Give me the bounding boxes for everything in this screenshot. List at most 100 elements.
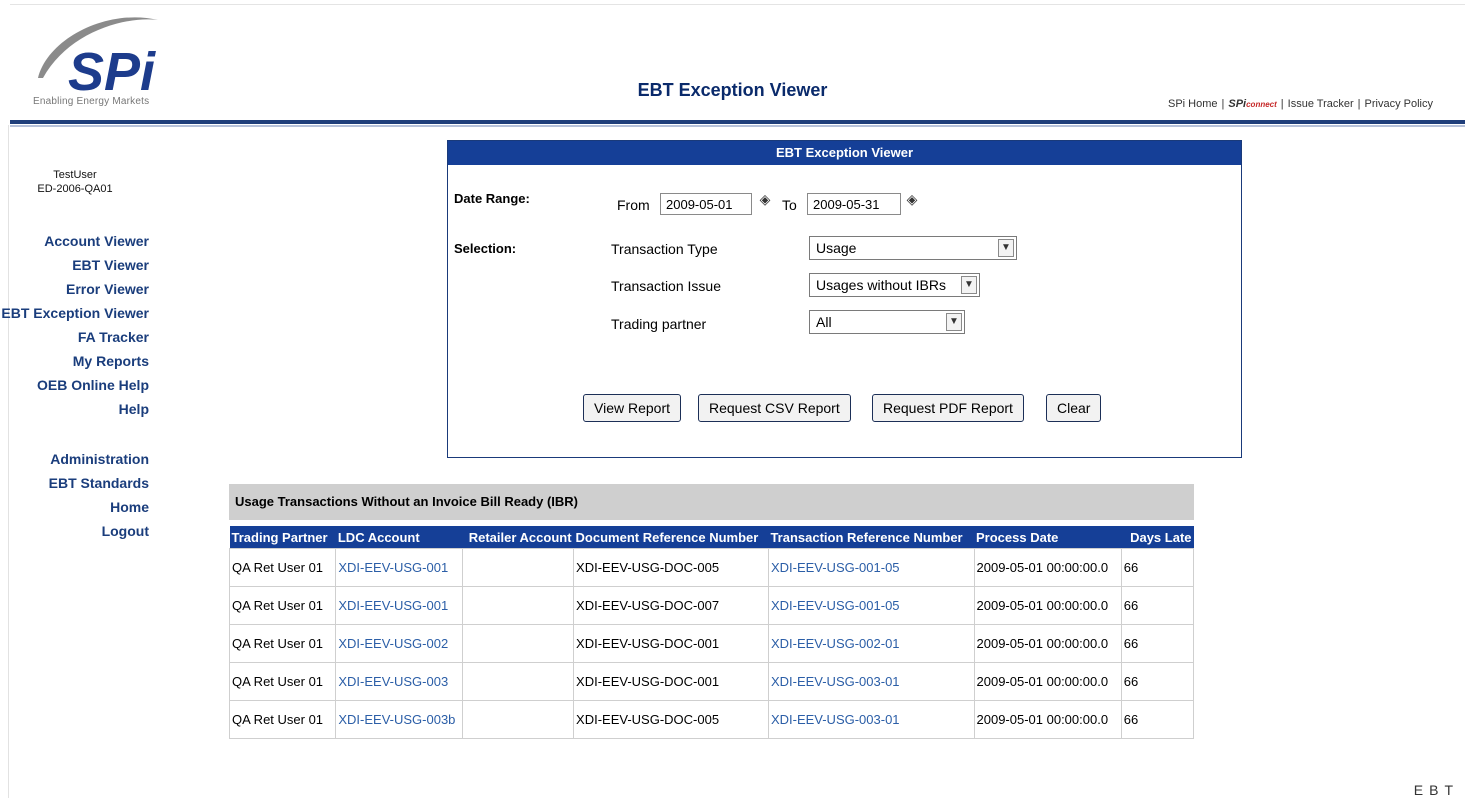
col-days-late: Days Late: [1121, 526, 1194, 549]
link-separator: |: [1280, 98, 1284, 110]
transaction-reference-link[interactable]: XDI-EEV-USG-002-01: [771, 636, 900, 651]
cell-process-date: 2009-05-01 00:00:00.0: [973, 586, 1122, 625]
ldc-account-link[interactable]: XDI-EEV-USG-003: [338, 674, 448, 689]
cell-retailer-account: [462, 700, 575, 739]
cell-days-late: 66: [1120, 700, 1195, 739]
date-range-label: Date Range:: [454, 191, 530, 206]
link-separator: |: [1357, 98, 1361, 110]
cell-trading-partner: QA Ret User 01: [228, 586, 337, 625]
cell-trading-partner: QA Ret User 01: [228, 700, 337, 739]
spi-home-link[interactable]: SPi Home: [1168, 98, 1218, 110]
cell-transaction-reference: XDI-EEV-USG-001-05: [767, 586, 975, 625]
cell-document-reference: XDI-EEV-USG-DOC-001: [573, 624, 769, 663]
connect-logo-sub: connect: [1246, 100, 1277, 109]
col-retailer-account: Retailer Account: [462, 526, 574, 549]
ldc-account-link[interactable]: XDI-EEV-USG-002: [338, 636, 448, 651]
nav-administration[interactable]: Administration: [1, 447, 149, 471]
calendar-icon[interactable]: ◈: [904, 191, 920, 207]
nav-account-viewer[interactable]: Account Viewer: [1, 229, 149, 253]
cell-trading-partner: QA Ret User 01: [228, 548, 337, 587]
nav-home[interactable]: Home: [1, 495, 149, 519]
table-row: QA Ret User 01 XDI-EEV-USG-003b XDI-EEV-…: [228, 700, 1195, 739]
spi-connect-link[interactable]: SPiconnect: [1228, 98, 1276, 110]
chevron-down-icon[interactable]: ▼: [946, 313, 962, 331]
privacy-policy-link[interactable]: Privacy Policy: [1365, 98, 1433, 110]
trading-partner-value: All: [816, 314, 832, 330]
top-divider: [10, 4, 1465, 5]
nav-my-reports[interactable]: My Reports: [1, 349, 149, 373]
nav-ebt-standards[interactable]: EBT Standards: [1, 471, 149, 495]
trading-partner-select[interactable]: All ▼: [809, 310, 965, 334]
cell-days-late: 66: [1120, 662, 1195, 701]
transaction-reference-link[interactable]: XDI-EEV-USG-003-01: [771, 712, 900, 727]
cell-trading-partner: QA Ret User 01: [228, 624, 337, 663]
link-separator: |: [1221, 98, 1225, 110]
cell-days-late: 66: [1120, 548, 1195, 587]
table-row: QA Ret User 01 XDI-EEV-USG-002 XDI-EEV-U…: [228, 624, 1195, 663]
chevron-down-icon[interactable]: ▼: [961, 276, 977, 294]
cell-transaction-reference: XDI-EEV-USG-003-01: [767, 700, 975, 739]
user-info: TestUser ED-2006-QA01: [10, 168, 140, 196]
col-ldc-account: LDC Account: [335, 526, 463, 549]
cell-retailer-account: [462, 548, 575, 587]
cell-retailer-account: [462, 586, 575, 625]
results-table: Trading Partner LDC Account Retailer Acc…: [228, 526, 1195, 739]
from-date-input[interactable]: [660, 193, 752, 215]
cell-transaction-reference: XDI-EEV-USG-003-01: [767, 662, 975, 701]
transaction-reference-link[interactable]: XDI-EEV-USG-003-01: [771, 674, 900, 689]
nav-help[interactable]: Help: [1, 397, 149, 421]
chevron-down-icon[interactable]: ▼: [998, 239, 1014, 257]
cell-document-reference: XDI-EEV-USG-DOC-005: [573, 548, 769, 587]
cell-transaction-reference: XDI-EEV-USG-002-01: [767, 624, 975, 663]
transaction-reference-link[interactable]: XDI-EEV-USG-001-05: [771, 598, 900, 613]
clear-button[interactable]: Clear: [1046, 394, 1102, 422]
to-date-input[interactable]: [807, 193, 901, 215]
col-transaction-reference: Transaction Reference Number: [768, 526, 974, 549]
nav-ebt-exception-viewer[interactable]: EBT Exception Viewer: [1, 301, 149, 325]
transaction-issue-label: Transaction Issue: [611, 278, 721, 294]
cell-retailer-account: [462, 624, 575, 663]
cell-ldc-account: XDI-EEV-USG-003: [335, 662, 464, 701]
cell-process-date: 2009-05-01 00:00:00.0: [973, 662, 1122, 701]
transaction-type-select[interactable]: Usage ▼: [809, 236, 1017, 260]
from-label: From: [617, 197, 650, 213]
nav-error-viewer[interactable]: Error Viewer: [1, 277, 149, 301]
table-row: QA Ret User 01 XDI-EEV-USG-003 XDI-EEV-U…: [228, 662, 1195, 701]
cell-transaction-reference: XDI-EEV-USG-001-05: [767, 548, 975, 587]
transaction-issue-select[interactable]: Usages without IBRs ▼: [809, 273, 980, 297]
transaction-reference-link[interactable]: XDI-EEV-USG-001-05: [771, 560, 900, 575]
cell-document-reference: XDI-EEV-USG-DOC-007: [573, 586, 769, 625]
user-name: TestUser: [53, 169, 97, 181]
view-report-button[interactable]: View Report: [583, 394, 682, 422]
transaction-type-label: Transaction Type: [611, 241, 718, 257]
footer-fragment: EBT: [1413, 782, 1459, 798]
cell-retailer-account: [462, 662, 575, 701]
cell-process-date: 2009-05-01 00:00:00.0: [973, 700, 1122, 739]
request-csv-button[interactable]: Request CSV Report: [698, 394, 851, 422]
ldc-account-link[interactable]: XDI-EEV-USG-001: [338, 560, 448, 575]
cell-process-date: 2009-05-01 00:00:00.0: [973, 624, 1122, 663]
selection-label: Selection:: [454, 241, 517, 256]
request-pdf-button[interactable]: Request PDF Report: [872, 394, 1024, 422]
col-process-date: Process Date: [974, 526, 1122, 549]
ldc-account-link[interactable]: XDI-EEV-USG-001: [338, 598, 448, 613]
nav-fa-tracker[interactable]: FA Tracker: [1, 325, 149, 349]
nav-logout[interactable]: Logout: [1, 519, 149, 543]
ldc-account-link[interactable]: XDI-EEV-USG-003b: [338, 712, 455, 727]
table-row: QA Ret User 01 XDI-EEV-USG-001 XDI-EEV-U…: [228, 586, 1195, 625]
calendar-icon[interactable]: ◈: [757, 191, 773, 207]
transaction-issue-value: Usages without IBRs: [816, 277, 946, 293]
form-title: EBT Exception Viewer: [448, 141, 1241, 165]
table-row: QA Ret User 01 XDI-EEV-USG-001 XDI-EEV-U…: [228, 548, 1195, 587]
issue-tracker-link[interactable]: Issue Tracker: [1288, 98, 1354, 110]
nav-oeb-online-help[interactable]: OEB Online Help: [1, 373, 149, 397]
top-links: SPi Home | SPiconnect | Issue Tracker | …: [1168, 98, 1433, 110]
header-bar-accent: [10, 125, 1465, 127]
user-id: ED-2006-QA01: [37, 183, 113, 195]
connect-logo-text: SPi: [1228, 98, 1247, 110]
nav-ebt-viewer[interactable]: EBT Viewer: [1, 253, 149, 277]
cell-document-reference: XDI-EEV-USG-DOC-005: [573, 700, 769, 739]
cell-ldc-account: XDI-EEV-USG-001: [335, 586, 464, 625]
header-bar: [10, 120, 1465, 124]
